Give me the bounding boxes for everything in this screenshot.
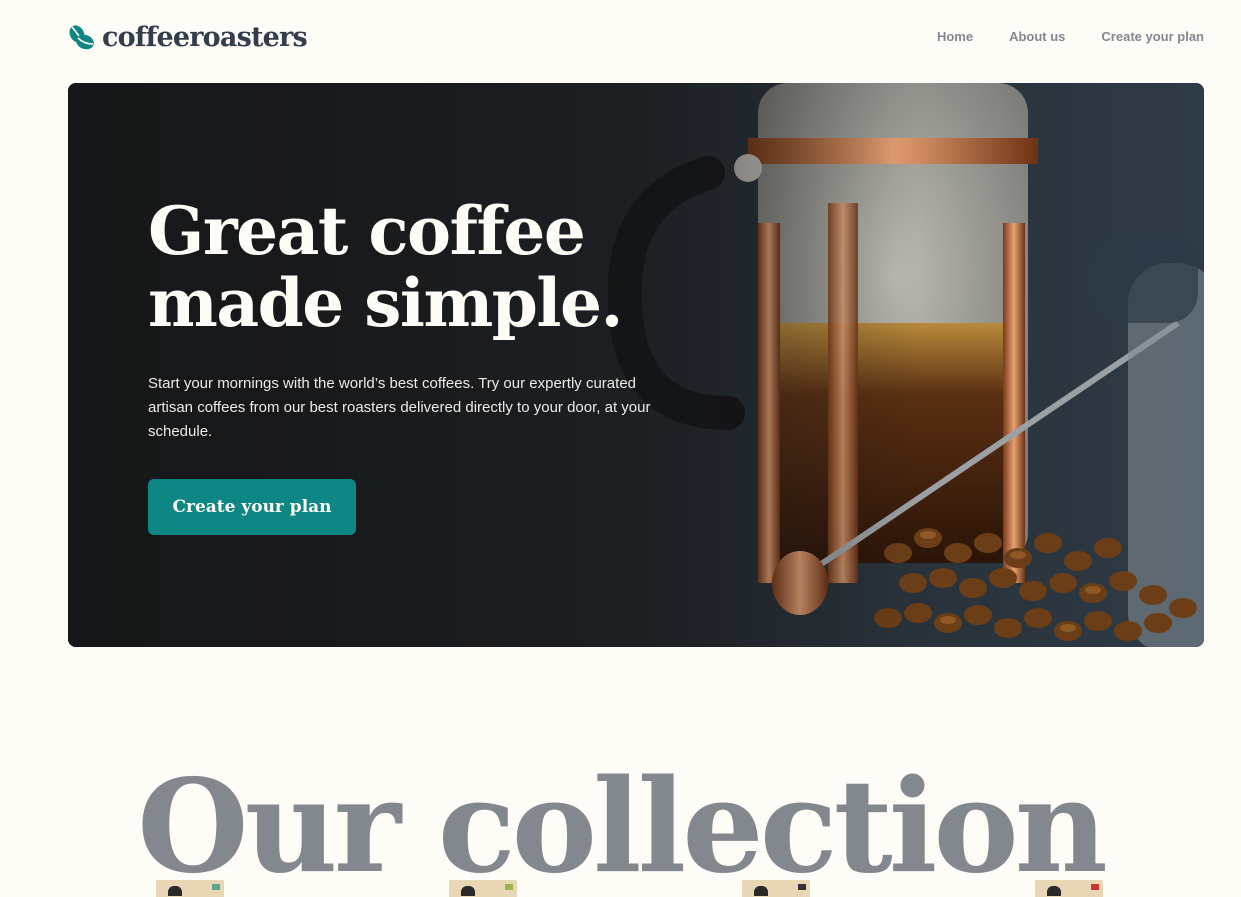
create-your-plan-button[interactable]: Create your plan — [148, 479, 356, 535]
nav-home[interactable]: Home — [937, 29, 973, 44]
hero-title-line-2: made simple. — [148, 264, 623, 342]
hero-image — [68, 83, 1204, 647]
product-image[interactable] — [449, 880, 517, 897]
main-nav: Home About us Create your plan — [937, 29, 1204, 44]
product-image[interactable] — [1035, 880, 1103, 897]
hero-description: Start your mornings with the world’s bes… — [148, 375, 651, 440]
logo[interactable]: coffeeroasters — [68, 22, 308, 54]
coffee-bean-icon — [69, 25, 94, 50]
hero-section: Great coffee made simple. Start your mor… — [68, 83, 1204, 647]
hero-title: Great coffee made simple. — [148, 195, 708, 339]
brand-name: coffeeroasters — [102, 22, 308, 53]
nav-create-your-plan[interactable]: Create your plan — [1101, 29, 1204, 44]
product-image[interactable] — [742, 880, 810, 897]
collection-title: Our collection — [137, 752, 1108, 897]
site-header: coffeeroasters Home About us Create your… — [68, 22, 1204, 54]
nav-about-us[interactable]: About us — [1009, 29, 1065, 44]
hero-title-line-1: Great coffee — [148, 192, 586, 270]
product-image[interactable] — [156, 880, 224, 897]
